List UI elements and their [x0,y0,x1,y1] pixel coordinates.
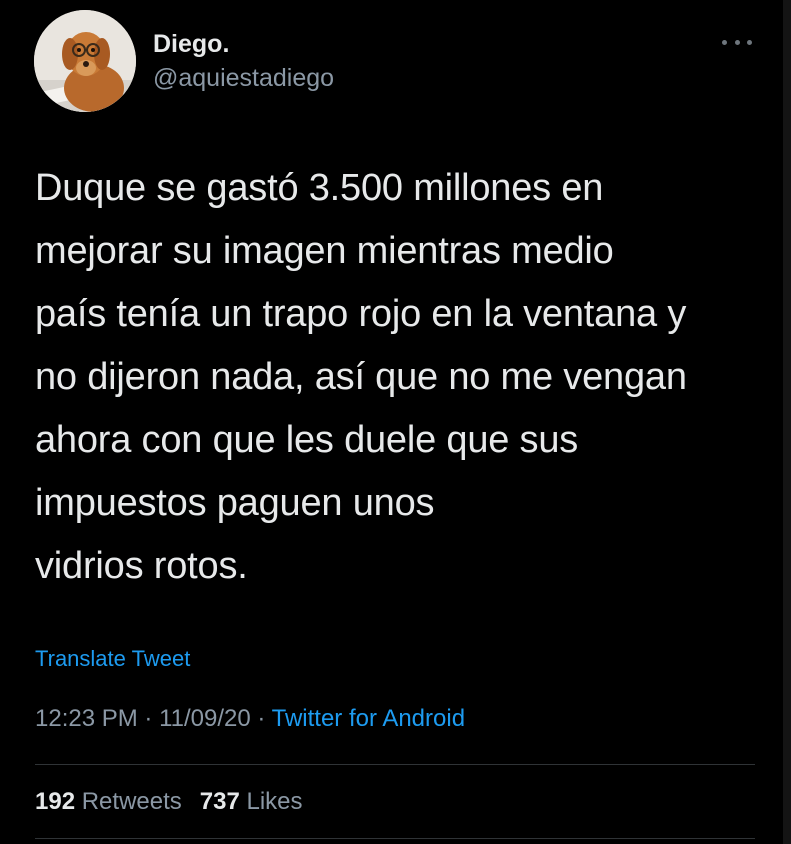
tweet-text-line: no dijeron nada, así que no me vengan [35,356,687,398]
likes-label: Likes [246,788,303,815]
meta-separator: · [144,705,153,732]
dot [734,39,740,45]
divider [35,838,755,839]
likes-count: 737 [199,788,240,815]
avatar[interactable] [34,10,136,112]
retweets-count: 192 [35,788,76,815]
tweet-source-link[interactable]: Twitter for Android [272,705,465,732]
tweet-text-line: ahora con que les duele que sus [35,419,579,461]
translate-tweet-link[interactable]: Translate Tweet [35,646,190,672]
dog-with-glasses-avatar-icon [34,10,136,112]
tweet-time[interactable]: 12:23 PM [35,705,138,732]
divider [35,764,755,765]
more-horizontal-icon[interactable] [722,34,752,50]
meta-separator: · [257,705,266,732]
tweet-text-line: mejorar su imagen mientras medio [35,230,614,272]
retweets-stat[interactable]: 192 Retweets [35,788,182,815]
retweets-label: Retweets [81,788,182,815]
window-edge [783,0,791,844]
tweet-text: Duque se gastó 3.500 millones en mejorar… [35,157,765,598]
tweet-stats: 192 Retweets 737 Likes [35,788,303,816]
dot [722,39,727,45]
tweet-text-line: Duque se gastó 3.500 millones en [35,167,604,209]
display-name[interactable]: Diego. [153,30,229,59]
tweet-text-line: vidrios rotos. [35,545,248,587]
tweet-text-line: país tenía un trapo rojo en la ventana y [35,293,687,335]
tweet-date[interactable]: 11/09/20 [159,705,251,732]
tweet-card: Diego. @aquiestadiego Duque se gastó 3.5… [0,0,791,844]
user-handle[interactable]: @aquiestadiego [153,64,334,93]
tweet-metadata: 12:23 PM · 11/09/20 · Twitter for Androi… [35,705,465,733]
likes-stat[interactable]: 737 Likes [200,788,303,815]
dot [747,39,752,45]
tweet-text-line: impuestos paguen unos [35,482,435,524]
